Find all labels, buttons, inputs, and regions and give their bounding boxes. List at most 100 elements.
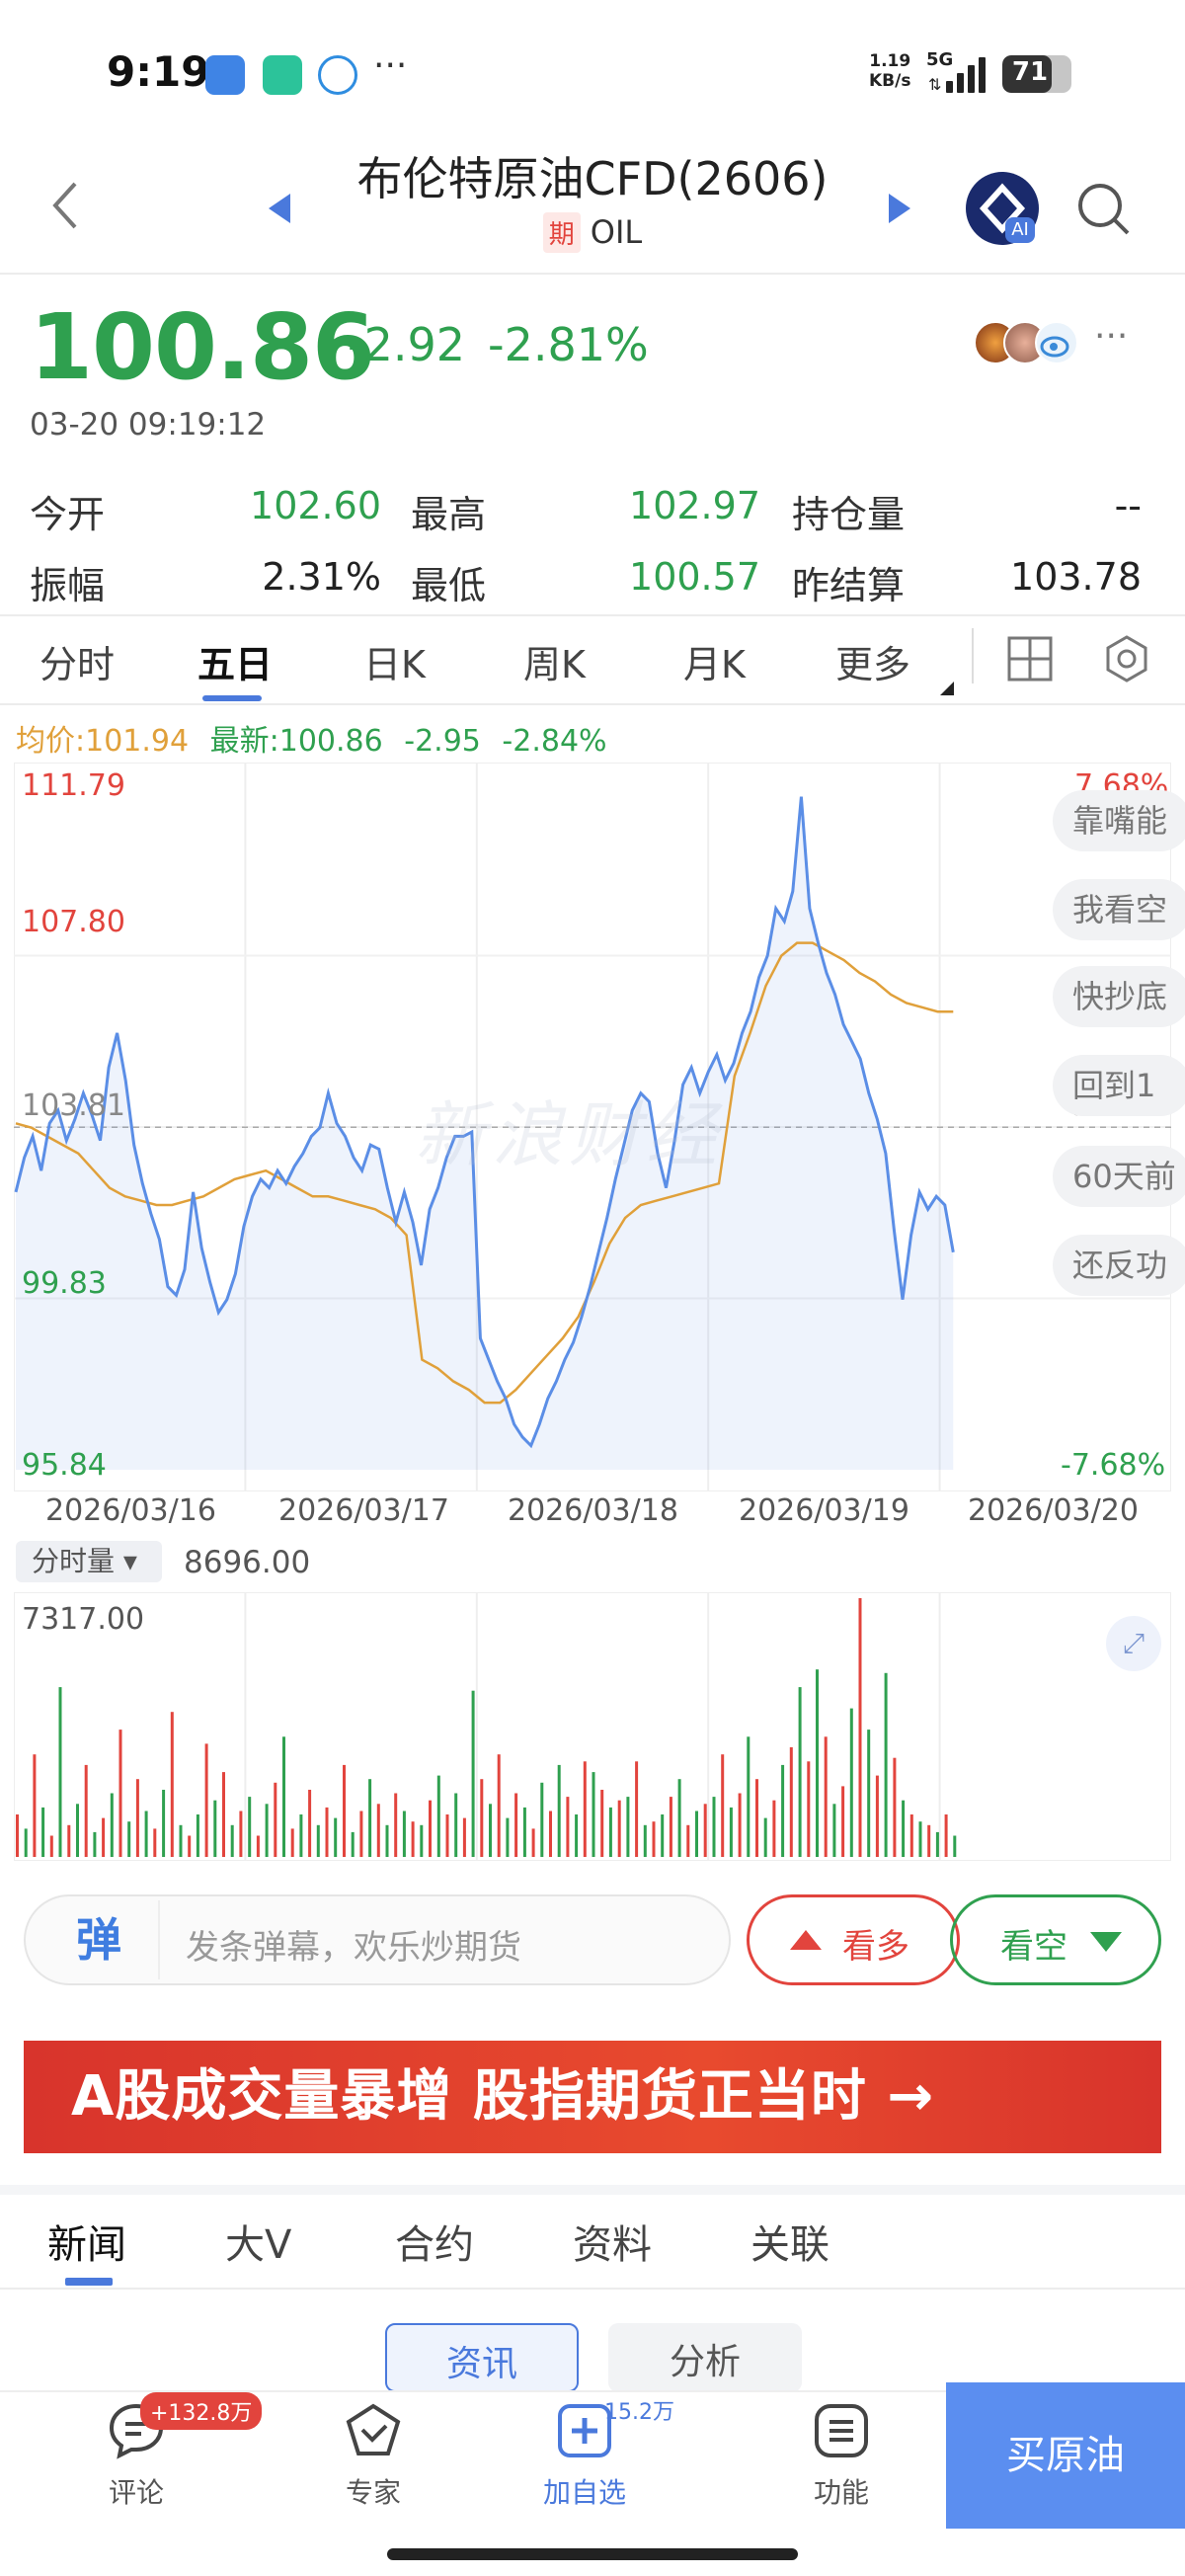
weibo-icon[interactable] xyxy=(1035,321,1078,364)
watermark: 新浪财经 xyxy=(415,1093,724,1176)
price-change-pct: -2.81% xyxy=(488,318,649,371)
tab-related[interactable]: 关联 xyxy=(750,2213,830,2270)
danmaku-pill[interactable]: 还反功 xyxy=(1053,1235,1185,1296)
promo-banner[interactable]: A股成交量暴增 股指期货正当时 → xyxy=(24,2041,1161,2153)
quote-timestamp: 03-20 09:19:12 xyxy=(30,407,267,443)
bullish-button[interactable]: 看多 xyxy=(747,1894,960,1985)
volume-bar xyxy=(858,1598,862,1857)
nav-functions[interactable]: 功能 xyxy=(772,2400,910,2511)
buy-oil-button[interactable]: 买原油 xyxy=(946,2382,1185,2529)
volume-selector[interactable]: 分时量 ▾ xyxy=(16,1541,162,1582)
sub-tab-analysis[interactable]: 分析 xyxy=(608,2323,802,2392)
search-icon[interactable] xyxy=(1076,182,1132,241)
danmaku-pill[interactable]: 回到1 xyxy=(1053,1055,1185,1116)
volume-bar xyxy=(239,1811,243,1857)
volume-bar xyxy=(909,1814,913,1857)
tab-more[interactable]: 更多 xyxy=(835,634,910,688)
danmaku-pill[interactable]: 我看空 xyxy=(1053,879,1185,940)
nav-experts[interactable]: 专家 xyxy=(304,2400,442,2511)
volume-chart[interactable] xyxy=(14,1592,1171,1861)
volume-bar xyxy=(540,1782,544,1857)
volume-bar xyxy=(729,1807,733,1857)
volume-bar xyxy=(230,1824,234,1857)
more-corner-icon xyxy=(940,682,954,695)
tab-monthly-k[interactable]: 月K xyxy=(683,634,746,688)
volume-bar xyxy=(24,1828,28,1857)
danmaku-placeholder[interactable]: 发条弹幕，欢乐炒期货 xyxy=(186,1920,521,1969)
volume-bar xyxy=(308,1790,312,1857)
settings-icon[interactable] xyxy=(1102,634,1151,687)
volume-bar xyxy=(162,1790,166,1857)
sub-tab-info[interactable]: 资讯 xyxy=(385,2323,579,2392)
back-button[interactable] xyxy=(45,176,85,235)
volume-bar xyxy=(445,1814,449,1857)
volume-bar xyxy=(248,1797,252,1857)
expand-icon[interactable]: ⤢ xyxy=(1106,1616,1161,1671)
volume-bar xyxy=(316,1824,320,1857)
stat-value: 2.31% xyxy=(262,555,381,599)
danmaku-pill[interactable]: 快抄底 xyxy=(1053,966,1185,1027)
watchlist-count: 15.2万 xyxy=(604,2400,674,2425)
volume-bar xyxy=(188,1835,192,1857)
volume-bar xyxy=(772,1800,776,1857)
active-tab-indicator xyxy=(202,695,262,701)
volume-bar xyxy=(575,1814,579,1857)
bearish-button[interactable]: 看空 xyxy=(950,1894,1161,1985)
news-tab-indicator xyxy=(65,2278,113,2286)
tab-intraday[interactable]: 分时 xyxy=(40,634,115,688)
volume-bar xyxy=(110,1793,114,1857)
last-price: 100.86 xyxy=(30,294,375,400)
volume-bar xyxy=(222,1772,225,1857)
volume-bar xyxy=(265,1804,269,1857)
home-indicator xyxy=(387,2548,798,2560)
volume-bar xyxy=(738,1793,742,1857)
tab-profile[interactable]: 资料 xyxy=(573,2213,652,2270)
volume-bar xyxy=(944,1814,948,1857)
next-contract-button[interactable] xyxy=(887,192,912,229)
status-time: 9:19 xyxy=(107,47,210,96)
tab-daily-k[interactable]: 日K xyxy=(363,634,426,688)
chat-app-icon xyxy=(318,55,357,95)
volume-bar xyxy=(935,1831,939,1857)
volume-bar xyxy=(49,1835,53,1857)
volume-max-label: 7317.00 xyxy=(22,1602,145,1637)
danmaku-pill[interactable]: 60天前 xyxy=(1053,1146,1185,1207)
volume-bar xyxy=(893,1757,897,1857)
y-tick-left: 107.80 xyxy=(22,905,125,939)
tab-contract[interactable]: 合约 xyxy=(395,2213,474,2270)
stat-value: 103.78 xyxy=(1010,555,1142,599)
volume-bar xyxy=(816,1669,819,1857)
volume-bar xyxy=(58,1687,62,1857)
section-gap xyxy=(0,2185,1185,2195)
stat-value: -- xyxy=(1114,484,1142,527)
volume-bar xyxy=(875,1775,879,1857)
volume-bar xyxy=(661,1814,665,1857)
volume-bar xyxy=(41,1807,45,1857)
tab-weekly-k[interactable]: 周K xyxy=(523,634,586,688)
volume-bar xyxy=(343,1764,346,1857)
volume-bar xyxy=(127,1821,131,1857)
ai-assistant-button[interactable]: AI xyxy=(966,172,1039,245)
tab-five-day[interactable]: 五日 xyxy=(198,634,273,688)
page-title: 布伦特原油CFD(2606) xyxy=(356,152,829,205)
volume-bar xyxy=(721,1754,725,1857)
x-label: 2026/03/20 xyxy=(968,1493,1139,1528)
volume-bar xyxy=(179,1824,183,1857)
chart-info-row: 均价:101.94 最新:100.86 -2.95 -2.84% xyxy=(16,716,607,760)
prev-contract-button[interactable] xyxy=(267,192,292,229)
stat-label: 最低 xyxy=(411,564,487,607)
tab-news[interactable]: 新闻 xyxy=(47,2213,126,2270)
danmaku-pill[interactable]: 靠嘴能 xyxy=(1053,790,1185,851)
volume-bar xyxy=(471,1690,475,1857)
volume-bar xyxy=(76,1804,79,1857)
y-tick-left: 99.83 xyxy=(22,1266,107,1301)
tab-influencers[interactable]: 大V xyxy=(225,2213,291,2270)
volume-bar xyxy=(927,1824,931,1857)
layout-grid-icon[interactable] xyxy=(1007,636,1053,685)
volume-bar xyxy=(583,1761,587,1857)
volume-bar xyxy=(394,1793,398,1857)
volume-bar xyxy=(196,1814,199,1857)
stat-value: 102.60 xyxy=(250,484,381,527)
more-icon[interactable]: ··· xyxy=(1094,316,1128,357)
y-tick-right: -7.68% xyxy=(1061,1448,1166,1483)
